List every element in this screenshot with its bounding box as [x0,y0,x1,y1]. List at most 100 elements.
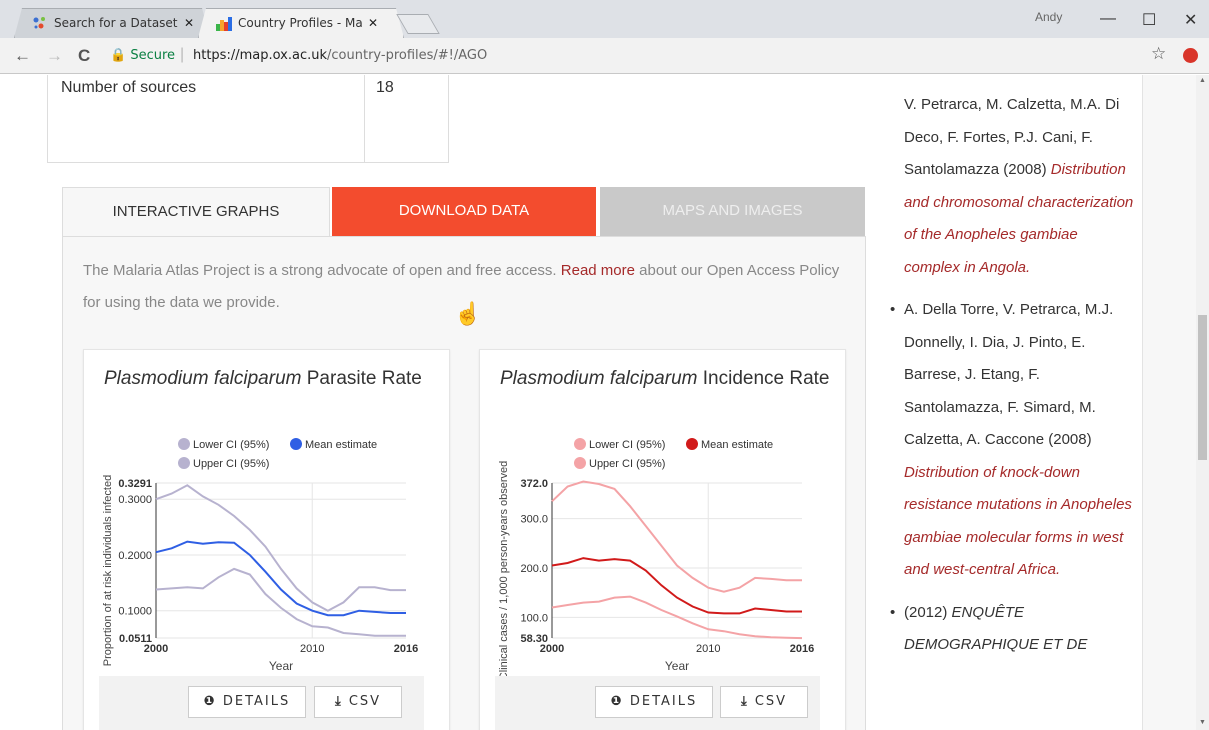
main-content: Number of sources 18 INTERACTIVE GRAPHS … [0,75,880,730]
incidence-rate-chart: 372.0300.0200.0100.058.302000 2010 2016Yea… [498,438,814,680]
info-icon: ❶ [610,694,624,709]
tab-label: Search for a Dataset - Hu [54,16,178,30]
scroll-up-icon[interactable]: ▲ [1199,77,1206,84]
bookmark-star-icon[interactable]: ☆ [1151,44,1166,64]
sources-label: Number of sources [61,79,197,96]
card-footer: ❶ DETAILS ⤓ CSV [495,676,820,730]
legend-label: Lower CI (95%) [589,439,665,451]
reference-item: V. Petrarca, M. Calzetta, M.A. Di Deco, … [904,75,1136,284]
lock-icon: 🔒 [110,48,127,63]
reference-year: (2008) [1003,161,1051,178]
download-icon: ⤓ [334,694,343,709]
legend-marker [178,457,190,469]
reference-item: • (2012) ENQUÊTE DEMOGRAPHIQUE ET DE [890,597,1136,662]
browser-tab-country-profiles[interactable]: Country Profiles - Malaria ✕ [198,8,404,38]
x-axis-label: Year [665,659,689,673]
reference-authors: A. Della Torre, V. Petrarca, M.J. Donnel… [904,301,1114,448]
csv-download-button[interactable]: ⤓ CSV [720,686,808,718]
address-bar: ← → C 🔒 Secure | https://map.ox.ac.uk/co… [0,38,1209,74]
page-scrollbar[interactable]: ▲ ▼ [1196,75,1209,730]
details-label: DETAILS [222,694,291,709]
references-list: V. Petrarca, M. Calzetta, M.A. Di Deco, … [890,75,1136,662]
mean-estimate-line [155,540,406,617]
parasite-rate-card: Plasmodium falciparum Parasite Rate 0.32… [83,349,450,730]
legend-marker [686,438,698,450]
legend-marker [178,438,190,450]
y-tick-label: 0.1000 [118,606,152,618]
url-separator: | [180,46,185,63]
legend-label: Mean estimate [305,439,377,451]
minimize-icon[interactable]: — [1100,10,1116,28]
y-tick-label: 0.3291 [118,478,152,490]
tab-close-icon[interactable]: ✕ [368,16,378,30]
details-button[interactable]: ❶ DETAILS [595,686,713,718]
legend-marker [574,438,586,450]
tab-download-data[interactable]: DOWNLOAD DATA [332,187,596,237]
legend-label: Upper CI (95%) [589,458,665,470]
details-label: DETAILS [629,694,698,709]
parasite-rate-chart: 0.32910.30000.20000.10000.05112000 2010 20… [102,438,418,673]
scrollbar-thumb[interactable] [1198,315,1207,460]
y-tick-label: 300.0 [520,514,548,526]
reference-title-link[interactable]: Distribution and chromosomal characteriz… [904,161,1133,276]
reference-title-link[interactable]: Distribution of knock-down resistance mu… [904,464,1132,579]
tab-close-icon[interactable]: ✕ [184,16,194,30]
csv-download-button[interactable]: ⤓ CSV [314,686,402,718]
card-footer: ❶ DETAILS ⤓ CSV [99,676,424,730]
tab-interactive-graphs[interactable]: INTERACTIVE GRAPHS [62,187,330,237]
map-favicon-icon [216,15,232,31]
bullet: • [890,301,896,318]
forward-icon[interactable]: → [46,46,63,66]
intro-text: The Malaria Atlas Project is a strong ad… [83,262,561,279]
reload-icon[interactable]: C [78,46,90,66]
csv-label: CSV [348,694,382,709]
maximize-icon[interactable]: ☐ [1142,10,1156,30]
confidence-interval-line [551,480,802,593]
y-tick-label: 100.0 [520,612,548,624]
dataset-favicon-icon [32,15,48,31]
download-icon: ⤓ [740,694,749,709]
confidence-interval-line [155,484,406,612]
x-tick-label: 2000 [540,643,564,655]
hand-cursor-icon: ☝ [454,301,482,326]
legend-label: Mean estimate [701,439,773,451]
reference-item: • A. Della Torre, V. Petrarca, M.J. Donn… [890,294,1136,587]
back-icon[interactable]: ← [14,46,31,66]
info-icon: ❶ [203,694,217,709]
y-tick-label: 0.3000 [118,494,152,506]
x-tick-label: 2016 [394,643,418,655]
reference-year: (2008) [1048,431,1092,448]
bullet: • [890,603,896,621]
url-input[interactable]: https://map.ox.ac.uk/country-profiles/#!… [193,48,487,63]
url-path: /country-profiles/#!/AGO [327,48,488,63]
tab-maps-and-images[interactable]: MAPS AND IMAGES [600,187,865,237]
y-tick-label: 0.2000 [118,550,152,562]
legend-label: Lower CI (95%) [193,439,269,451]
browser-tab-search-dataset[interactable]: Search for a Dataset - Hu ✕ [14,8,210,38]
legend-label: Upper CI (95%) [193,458,269,470]
y-tick-label: 372.0 [520,478,548,490]
x-tick-label: 2000 [144,643,168,655]
reference-year: (2012) [904,603,952,621]
legend-marker [290,438,302,450]
legend-marker [574,457,586,469]
browser-titlebar: Search for a Dataset - Hu ✕ Country Prof… [0,0,1209,38]
csv-label: CSV [754,694,788,709]
secure-label: Secure [130,48,176,63]
page-viewport: Number of sources 18 INTERACTIVE GRAPHS … [0,75,1209,730]
secure-indicator[interactable]: 🔒 Secure [110,48,175,63]
profile-name[interactable]: Andy [1035,10,1062,24]
details-button[interactable]: ❶ DETAILS [188,686,306,718]
close-window-icon[interactable]: ✕ [1184,10,1197,30]
x-tick-label: 2010 [696,643,720,655]
references-sidebar: V. Petrarca, M. Calzetta, M.A. Di Deco, … [880,75,1143,730]
x-axis-label: Year [269,659,293,673]
sources-table: Number of sources 18 [47,75,449,163]
y-tick-label: 200.0 [520,563,548,575]
scroll-down-icon[interactable]: ▼ [1199,719,1206,726]
tab-label: Country Profiles - Malaria [238,16,362,30]
x-tick-label: 2016 [790,643,814,655]
read-more-link[interactable]: Read more [561,262,635,279]
confidence-interval-line [155,567,406,637]
extension-icon[interactable] [1183,48,1198,63]
